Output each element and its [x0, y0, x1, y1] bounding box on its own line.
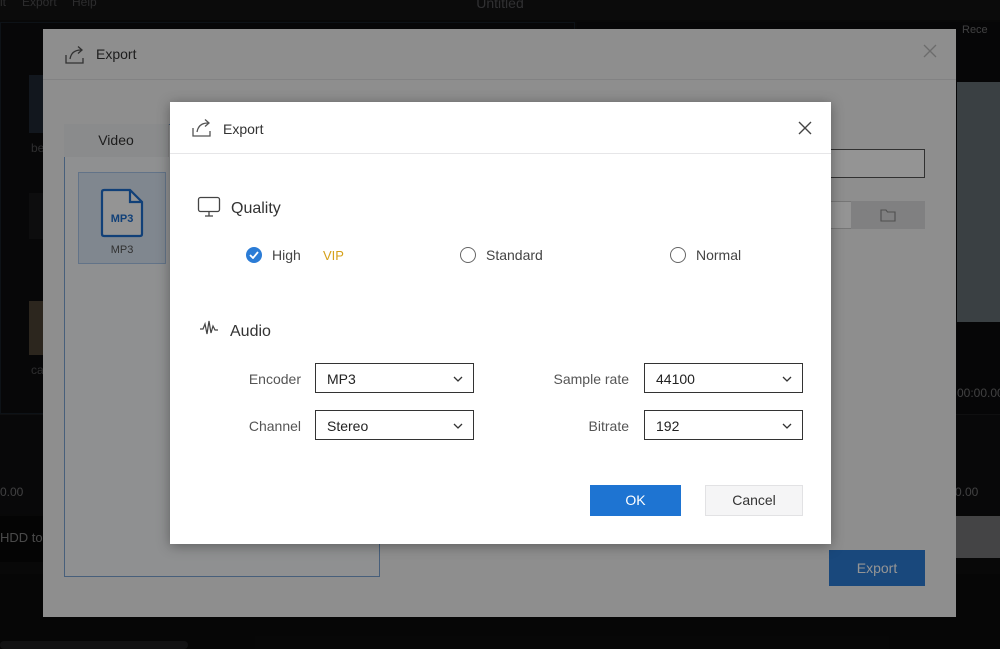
export-settings-dialog: Export Quality High VIP Standard Normal … — [170, 102, 831, 544]
sample-rate-select[interactable]: 44100 — [644, 363, 803, 393]
quality-option-label: High — [272, 247, 301, 263]
close-icon[interactable] — [797, 120, 813, 136]
chevron-down-icon — [782, 376, 792, 382]
bitrate-value: 192 — [656, 418, 680, 434]
sample-rate-value: 44100 — [656, 371, 695, 387]
encoder-label: Encoder — [248, 371, 301, 387]
channel-select[interactable]: Stereo — [315, 410, 474, 440]
vip-badge: VIP — [323, 248, 344, 263]
quality-section-title: Quality — [231, 200, 281, 217]
chevron-down-icon — [453, 423, 463, 429]
dialog-header: Export — [170, 102, 831, 154]
export-icon — [192, 119, 211, 137]
quality-option-standard[interactable]: Standard — [460, 247, 543, 263]
radio-unchecked-icon — [460, 247, 476, 263]
bitrate-select[interactable]: 192 — [644, 410, 803, 440]
bitrate-label: Bitrate — [588, 418, 629, 434]
radio-checked-icon — [246, 247, 262, 263]
encoder-select[interactable]: MP3 — [315, 363, 474, 393]
channel-label: Channel — [248, 418, 301, 434]
cancel-button[interactable]: Cancel — [705, 485, 803, 516]
monitor-icon — [197, 196, 221, 217]
ok-button[interactable]: OK — [590, 485, 681, 516]
chevron-down-icon — [453, 376, 463, 382]
channel-value: Stereo — [327, 418, 369, 434]
chevron-down-icon — [782, 423, 792, 429]
audio-wave-icon — [200, 320, 218, 335]
sample-rate-label: Sample rate — [553, 371, 629, 387]
audio-section-title: Audio — [230, 323, 271, 340]
quality-option-label: Normal — [696, 247, 742, 263]
radio-unchecked-icon — [670, 247, 686, 263]
encoder-value: MP3 — [327, 371, 356, 387]
dialog-title: Export — [223, 121, 264, 137]
quality-option-high[interactable]: High — [246, 247, 301, 263]
quality-option-normal[interactable]: Normal — [670, 247, 741, 263]
quality-option-label: Standard — [486, 247, 543, 263]
